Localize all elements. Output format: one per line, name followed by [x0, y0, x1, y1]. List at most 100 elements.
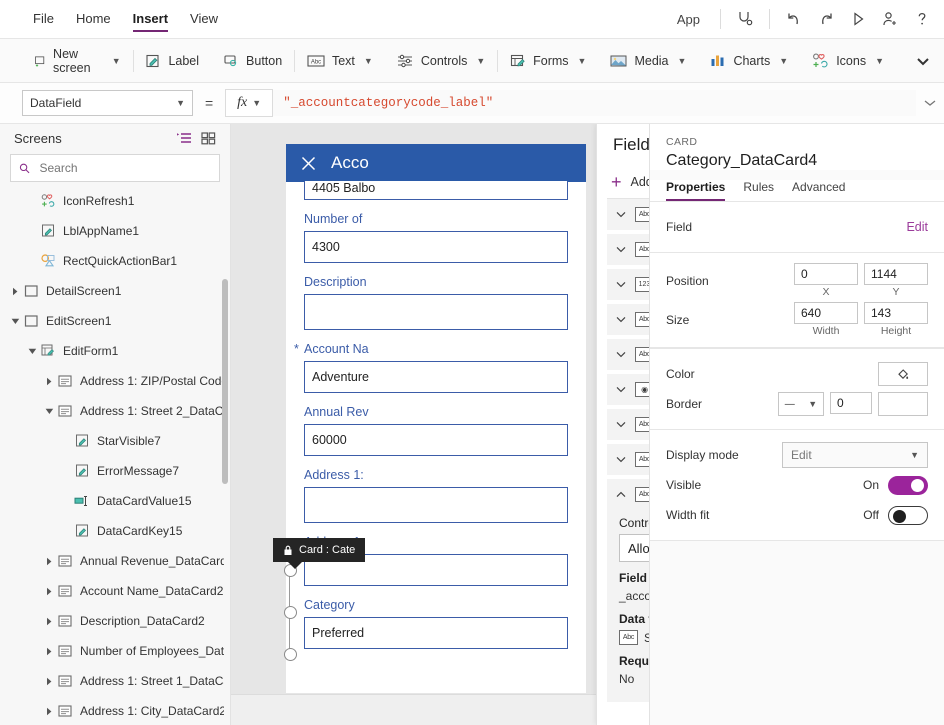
ribbon-new-screen[interactable]: New screen ▼ [22, 39, 133, 82]
tree-node[interactable]: EditScreen1 [0, 306, 230, 336]
ribbon-overflow[interactable] [902, 39, 944, 82]
canvas-field-value-street[interactable]: 4405 Balbo [304, 181, 568, 200]
position-y-input[interactable]: 1144 [864, 263, 928, 285]
undo-icon[interactable] [778, 3, 810, 35]
selection-handle-mid[interactable] [284, 606, 297, 619]
tree-twisty[interactable] [8, 287, 22, 296]
tree-node[interactable]: IconRefresh1 [0, 186, 230, 216]
chevron-down-icon[interactable]: ▼ [779, 56, 788, 66]
field-row[interactable]: AbcAccount Name [607, 339, 649, 370]
menu-item-home[interactable]: Home [65, 0, 122, 38]
fx-button[interactable]: fx ▼ [225, 89, 273, 117]
menu-item-view[interactable]: View [179, 0, 229, 38]
selection-handle-bottom[interactable] [284, 648, 297, 661]
tree-twisty[interactable] [42, 617, 56, 626]
ribbon-label[interactable]: Label [133, 39, 211, 82]
border-color-swatch[interactable] [878, 392, 928, 416]
tree-node[interactable]: Address 1: ZIP/Postal Code_ [0, 366, 230, 396]
menu-item-insert[interactable]: Insert [122, 0, 179, 38]
tree-twisty[interactable] [42, 647, 56, 656]
chevron-down-icon[interactable] [616, 315, 626, 325]
chevron-up-icon[interactable] [616, 490, 626, 500]
field-row[interactable]: ◉Annual Revenue [607, 374, 649, 405]
fill-bucket-icon[interactable] [878, 362, 928, 386]
canvas-field-value-employees[interactable]: 4300 [304, 231, 568, 263]
chevron-down-icon[interactable]: ▼ [578, 56, 587, 66]
chevron-down-icon[interactable]: ▼ [678, 56, 687, 66]
tree-twisty[interactable] [42, 408, 56, 415]
canvas-field-value-account-name[interactable]: Adventure [304, 361, 568, 393]
border-width-input[interactable]: 0 [830, 392, 872, 414]
display-mode-select[interactable]: Edit ▼ [782, 442, 928, 468]
menu-item-file[interactable]: File [22, 0, 65, 38]
tree-twisty[interactable] [42, 677, 56, 686]
tree-node[interactable]: DataCardValue15 [0, 486, 230, 516]
tree-node[interactable]: ErrorMessage7 [0, 456, 230, 486]
formula-input[interactable]: "_accountcategorycode_label" [273, 90, 916, 116]
tree-twisty[interactable] [42, 707, 56, 716]
tree-twisty[interactable] [8, 318, 22, 325]
search-input[interactable] [37, 160, 211, 176]
app-checker-icon[interactable] [729, 3, 761, 35]
field-row[interactable]: AbcAddress 1: ZIP/Postal Code [607, 444, 649, 475]
tree-node[interactable]: StarVisible7 [0, 426, 230, 456]
tree-node[interactable]: DetailScreen1 [0, 276, 230, 306]
ribbon-charts[interactable]: Charts ▼ [698, 39, 800, 82]
tree-node[interactable]: Address 1: Street 1_DataCar [0, 666, 230, 696]
tree-node[interactable]: Account Name_DataCard2 [0, 576, 230, 606]
tree-search-box[interactable] [10, 154, 220, 182]
field-row[interactable]: AbcCategory⋯ [607, 479, 649, 510]
tree-node[interactable]: Address 1: Street 2_DataCar [0, 396, 230, 426]
chevron-down-icon[interactable]: ▼ [875, 56, 884, 66]
tree-list-view-icon[interactable] [172, 126, 196, 150]
tree-thumbnail-view-icon[interactable] [196, 126, 220, 150]
ribbon-text[interactable]: Abc Text ▼ [295, 39, 385, 82]
tree-node[interactable]: RectQuickActionBar1 [0, 246, 230, 276]
tree-node[interactable]: DataCardKey15 [0, 516, 230, 546]
tree-node[interactable]: EditForm1 [0, 336, 230, 366]
chevron-down-icon[interactable]: ▼ [476, 56, 485, 66]
chevron-down-icon[interactable] [616, 420, 626, 430]
ribbon-controls[interactable]: Controls ▼ [385, 39, 497, 82]
tree-node[interactable]: Number of Employees_Data [0, 636, 230, 666]
app-scope-label[interactable]: App [665, 12, 712, 27]
size-height-input[interactable]: 143 [864, 302, 928, 324]
tree-node[interactable]: Description_DataCard2 [0, 606, 230, 636]
formula-expand-icon[interactable] [916, 98, 944, 108]
field-row[interactable]: 123Number of Employees [607, 269, 649, 300]
field-row[interactable]: AbcDescription [607, 304, 649, 335]
tree-scrollbar[interactable] [222, 279, 228, 484]
chevron-down-icon[interactable]: ▼ [112, 56, 121, 66]
help-icon[interactable] [906, 3, 938, 35]
share-user-icon[interactable] [874, 3, 906, 35]
field-row[interactable]: AbcAddress 1: Street 1 [607, 234, 649, 265]
ribbon-icons[interactable]: Icons ▼ [800, 39, 896, 82]
tree-node[interactable]: Address 1: City_DataCard2 [0, 696, 230, 725]
tree-twisty[interactable] [42, 587, 56, 596]
canvas-field-value-category[interactable]: Preferred [304, 617, 568, 649]
chevron-down-icon[interactable] [616, 245, 626, 255]
preview-play-icon[interactable] [842, 3, 874, 35]
tab-properties[interactable]: Properties [666, 180, 725, 201]
position-x-input[interactable]: 0 [794, 263, 858, 285]
ribbon-button[interactable]: Button [211, 39, 294, 82]
add-field-button[interactable]: + Add field ⋯ [597, 166, 649, 198]
size-width-input[interactable]: 640 [794, 302, 858, 324]
tree-twisty[interactable] [25, 348, 39, 355]
chevron-down-icon[interactable] [616, 210, 626, 220]
visible-toggle[interactable] [888, 476, 928, 495]
tab-advanced[interactable]: Advanced [792, 180, 845, 201]
chevron-down-icon[interactable] [616, 455, 626, 465]
canvas-field-value-description[interactable] [304, 294, 568, 330]
tree-node[interactable]: Annual Revenue_DataCard2 [0, 546, 230, 576]
tab-rules[interactable]: Rules [743, 180, 774, 201]
field-edit-link[interactable]: Edit [906, 220, 928, 234]
tree-twisty[interactable] [42, 557, 56, 566]
canvas-field-value-annual-revenue[interactable]: 60000 [304, 424, 568, 456]
ribbon-forms[interactable]: Forms ▼ [498, 39, 598, 82]
field-row[interactable]: AbcAddress 1: Street 2 [607, 409, 649, 440]
width-fit-toggle[interactable] [888, 506, 928, 525]
control-type-select[interactable]: Allowed Values▼ [619, 534, 649, 562]
property-selector[interactable]: DataField ▼ [22, 90, 193, 116]
tree-twisty[interactable] [42, 377, 56, 386]
